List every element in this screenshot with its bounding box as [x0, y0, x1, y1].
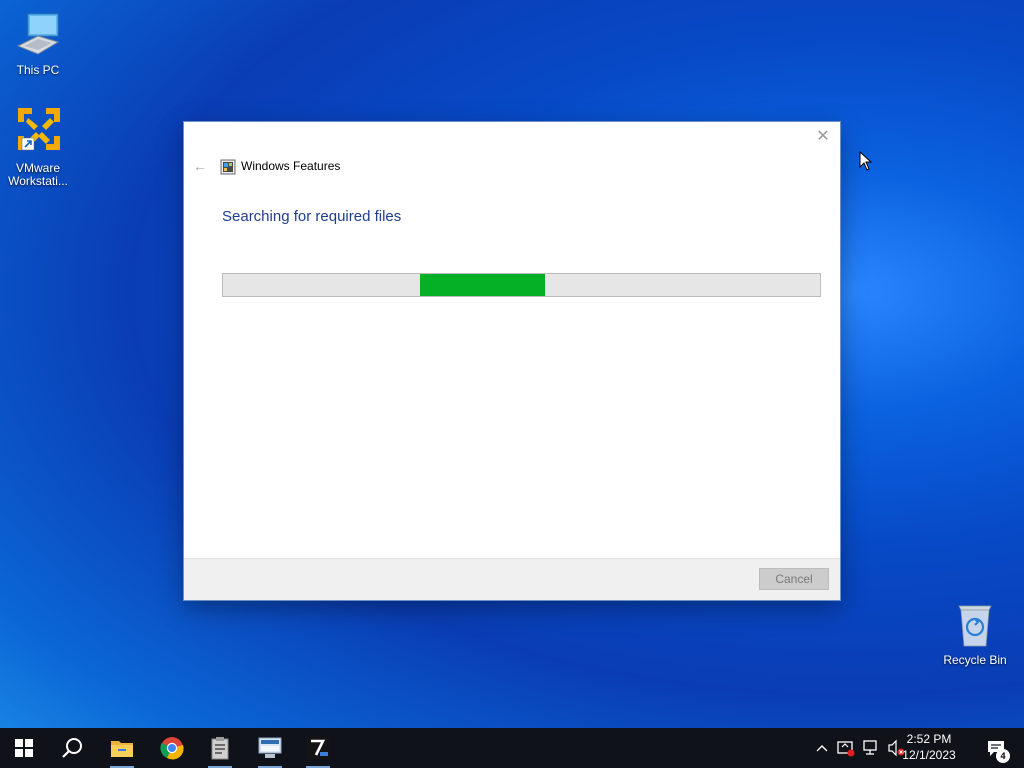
network-icon — [863, 740, 877, 755]
windows-features-dialog: ✕ ← Windows Features Searching for requi… — [184, 122, 840, 600]
show-hidden-icons-button[interactable] — [812, 728, 832, 768]
clipboard-icon — [211, 737, 229, 760]
security-tray-button[interactable] — [835, 728, 857, 768]
vmware-shortcut[interactable]: VMware Workstati... — [0, 104, 76, 188]
recycle-bin-icon — [951, 602, 999, 650]
cancel-button[interactable]: Cancel — [759, 568, 829, 590]
action-center-button[interactable]: 4 — [976, 728, 1016, 768]
search-icon — [62, 738, 82, 758]
windows-logo-icon — [15, 739, 33, 757]
security-alert-icon — [837, 741, 855, 757]
chrome-button[interactable] — [148, 728, 196, 768]
progress-bar — [222, 273, 821, 297]
file-explorer-button[interactable] — [98, 728, 146, 768]
chevron-up-icon — [816, 745, 828, 752]
close-button[interactable]: ✕ — [814, 128, 832, 146]
status-heading: Searching for required files — [222, 208, 402, 225]
recycle-bin-label: Recycle Bin — [943, 653, 1007, 667]
remote-desktop-icon — [258, 737, 282, 758]
back-arrow-icon[interactable]: ← — [192, 158, 208, 174]
notification-count-badge: 4 — [996, 749, 1010, 763]
chrome-icon — [160, 737, 184, 760]
this-pc-shortcut[interactable]: This PC — [0, 12, 76, 77]
taskbar: 2:52 PM 12/1/2023 4 — [0, 728, 1024, 768]
vmware-icon — [14, 104, 62, 158]
this-pc-icon — [14, 12, 62, 60]
7zip-icon — [307, 737, 329, 759]
recycle-bin-shortcut[interactable]: Recycle Bin — [937, 602, 1013, 667]
start-button[interactable] — [0, 728, 48, 768]
remote-desktop-button[interactable] — [246, 728, 294, 768]
clipboard-app-button[interactable] — [196, 728, 244, 768]
progress-bar-fill — [420, 274, 546, 296]
clock-date: 12/1/2023 — [902, 748, 956, 762]
mouse-cursor-icon — [859, 150, 873, 171]
dialog-title: Windows Features — [241, 159, 341, 173]
clock[interactable]: 2:52 PM 12/1/2023 — [894, 731, 964, 763]
search-button[interactable] — [48, 728, 96, 768]
this-pc-label: This PC — [16, 63, 60, 77]
vmware-label: VMware Workstati... — [8, 161, 68, 188]
windows-features-icon — [220, 159, 236, 175]
dialog-footer: Cancel — [184, 558, 840, 600]
folder-icon — [111, 741, 133, 757]
network-tray-button[interactable] — [859, 728, 883, 768]
7zip-button[interactable] — [294, 728, 342, 768]
clock-time: 2:52 PM — [906, 732, 952, 746]
